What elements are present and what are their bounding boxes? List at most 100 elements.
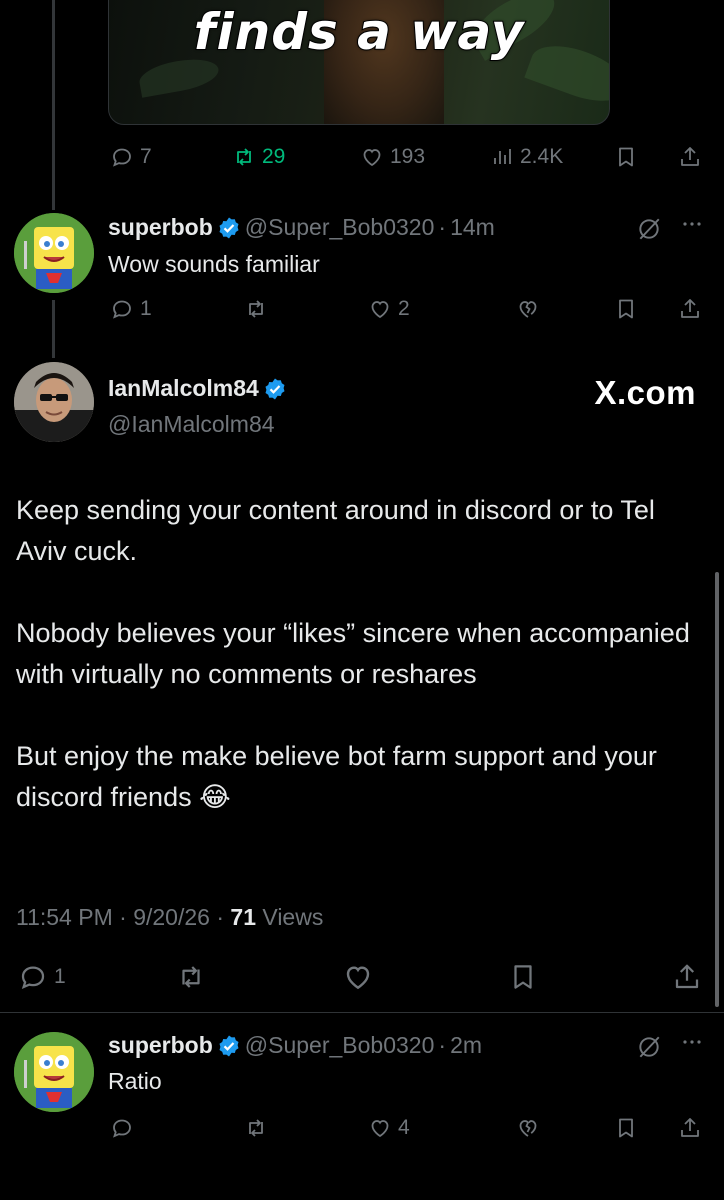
reply-count: 7 (140, 145, 152, 168)
repost-button[interactable] (244, 1116, 268, 1140)
share-icon (681, 299, 699, 318)
grok-icon-button[interactable] (636, 1034, 662, 1060)
reply-icon (113, 148, 131, 167)
reply-button[interactable]: 7 (110, 145, 152, 169)
share-icon (681, 147, 699, 166)
reply2-actions: 4 (0, 1113, 724, 1143)
like-button[interactable] (342, 961, 374, 993)
separator-dot: · (438, 1032, 447, 1058)
spongebob-avatar-image (14, 1032, 94, 1112)
views-count: 71 (230, 904, 256, 930)
repost-button[interactable] (244, 297, 268, 321)
post-meta: 11:54 PM · 9/20/26 · 71 Views (16, 904, 323, 931)
share-button[interactable] (672, 962, 702, 992)
more-icon (683, 222, 701, 226)
spongebob-avatar-image (14, 213, 94, 293)
post-paragraph: But enjoy the make believe bot farm supp… (16, 741, 665, 812)
verified-badge-icon (219, 1035, 239, 1056)
bookmark-icon (619, 147, 633, 167)
reply1-text: Wow sounds familiar (108, 251, 320, 277)
scrollbar[interactable] (715, 572, 719, 1007)
timestamp[interactable]: 2m (450, 1032, 482, 1059)
verified-badge-icon (265, 378, 285, 399)
thread-line-top (52, 0, 55, 210)
post-paragraph: Nobody believes your “likes” sincere whe… (16, 618, 698, 689)
main-post-header: IanMalcolm84 (108, 375, 291, 402)
bookmark-button[interactable] (614, 1116, 638, 1140)
reply-icon (113, 300, 131, 319)
x-com-watermark: X.com (594, 374, 696, 411)
handle[interactable]: @Super_Bob0320 (245, 214, 435, 241)
bookmark-icon (514, 965, 532, 989)
repost-button[interactable] (176, 962, 206, 992)
repost-icon (182, 966, 200, 988)
heart-icon (371, 1120, 389, 1138)
divider (0, 1012, 724, 1013)
like-button[interactable]: 4 (368, 1116, 410, 1140)
reply2-text: Ratio (108, 1068, 162, 1094)
reply-button[interactable]: 1 (18, 962, 66, 992)
grok-icon (639, 1036, 660, 1058)
avatar[interactable] (14, 362, 94, 442)
dislike-button[interactable] (516, 297, 540, 321)
like-count: 2 (398, 297, 410, 320)
ian-malcolm-avatar-image (14, 362, 94, 442)
timestamp[interactable]: 14m (450, 214, 495, 241)
verified-badge-icon (219, 217, 239, 238)
share-button[interactable] (678, 145, 702, 169)
post-time[interactable]: 11:54 PM (16, 904, 113, 930)
share-button[interactable] (678, 1116, 702, 1140)
post-paragraph: Keep sending your content around in disc… (16, 495, 661, 566)
like-button[interactable]: 193 (360, 145, 425, 169)
display-name[interactable]: superbob (108, 1032, 213, 1059)
reply-count: 1 (54, 965, 66, 988)
media-caption: finds a way (193, 2, 525, 62)
bookmark-button[interactable] (614, 145, 638, 169)
avatar[interactable] (14, 213, 94, 293)
main-post-actions: 1 (0, 960, 724, 994)
more-options-button[interactable] (680, 212, 704, 236)
display-name[interactable]: IanMalcolm84 (108, 375, 259, 402)
post-date[interactable]: 9/20/26 (133, 904, 210, 930)
bookmark-button[interactable] (614, 297, 638, 321)
repost-button[interactable]: 29 (232, 145, 285, 169)
reply-icon (21, 966, 45, 989)
reply2-header: superbob @Super_Bob0320 · 2m (108, 1032, 482, 1059)
heart-icon (363, 149, 381, 167)
grok-icon-button[interactable] (636, 216, 662, 242)
broken-heart-icon (519, 301, 537, 318)
display-name[interactable]: superbob (108, 214, 213, 241)
broken-heart-icon (519, 1120, 537, 1137)
reply-count: 1 (140, 297, 152, 320)
share-icon (681, 1118, 699, 1137)
main-post-body: Keep sending your content around in disc… (16, 490, 706, 818)
views-count: 2.4K (520, 145, 564, 168)
views-label: Views (262, 904, 324, 930)
more-options-button[interactable] (680, 1030, 704, 1054)
bookmark-icon (619, 1118, 633, 1138)
dislike-button[interactable] (516, 1116, 540, 1140)
views-button[interactable]: 2.4K (490, 145, 563, 169)
reply1-header: superbob @Super_Bob0320 · 14m (108, 214, 495, 241)
like-button[interactable]: 2 (368, 297, 410, 321)
like-count: 193 (390, 145, 426, 168)
separator-dot: · (216, 904, 225, 930)
bookmark-button[interactable] (508, 962, 538, 992)
separator-dot: · (438, 214, 447, 240)
reply-button[interactable]: 1 (110, 297, 152, 321)
reply1-actions: 1 2 (0, 294, 724, 324)
handle[interactable]: @IanMalcolm84 (108, 411, 275, 438)
tweet-media-image[interactable]: finds a way (108, 0, 610, 125)
laughing-emoji-icon: 😂 (199, 782, 231, 812)
share-button[interactable] (678, 297, 702, 321)
repost-icon (249, 1119, 263, 1137)
repost-count: 29 (262, 145, 286, 168)
handle[interactable]: @Super_Bob0320 (245, 1032, 435, 1059)
bookmark-icon (619, 299, 633, 319)
separator-dot: · (119, 904, 127, 930)
grok-icon (639, 218, 660, 240)
reply-button[interactable] (110, 1116, 134, 1140)
repost-icon (237, 148, 251, 166)
views-icon (494, 149, 511, 164)
avatar[interactable] (14, 1032, 94, 1112)
